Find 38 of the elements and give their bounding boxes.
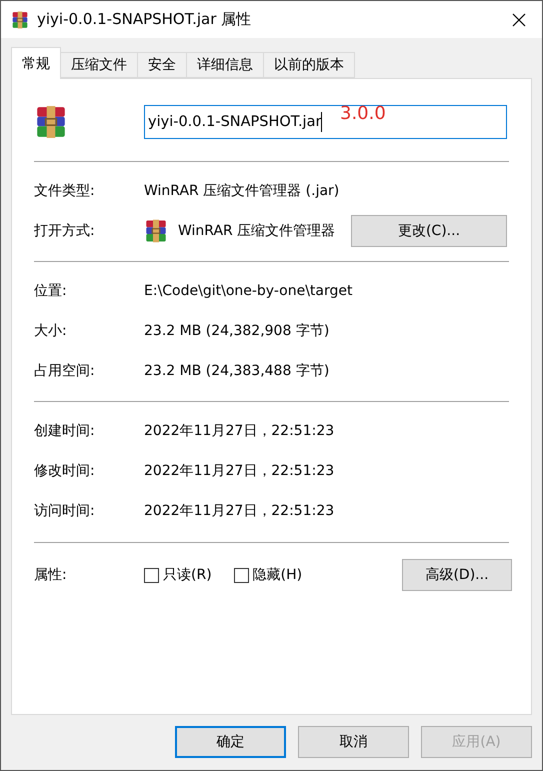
- annotation: 3.0.0: [340, 103, 386, 124]
- close-icon: [512, 12, 526, 26]
- file-name-value: yiyi-0.0.1-SNAPSHOT.jar: [148, 114, 322, 130]
- tab[interactable]: 压缩文件: [60, 52, 138, 78]
- archive-icon: [144, 219, 168, 243]
- property-value: WinRAR 压缩文件管理器 (.jar): [144, 182, 340, 200]
- property-label: 占用空间:: [34, 362, 96, 380]
- advanced-button[interactable]: 高级(D)...: [402, 559, 512, 591]
- tab[interactable]: 以前的版本: [263, 52, 355, 78]
- archive-icon: [34, 105, 68, 139]
- property-label: 访问时间:: [34, 502, 96, 520]
- window-title: yiyi-0.0.1-SNAPSHOT.jar 属性: [37, 10, 252, 29]
- tab[interactable]: 安全: [137, 52, 187, 78]
- property-value: 2022年11月27日，22:51:23: [144, 422, 334, 440]
- property-label: 位置:: [34, 282, 68, 300]
- checkbox-label: 隐藏(H): [252, 566, 302, 584]
- property-value: 23.2 MB (24,383,488 字节): [144, 362, 330, 380]
- checkbox-label: 只读(R): [163, 566, 212, 584]
- change-button[interactable]: 更改(C)...: [351, 215, 507, 247]
- property-label: 属性:: [34, 566, 68, 584]
- property-value: WinRAR 压缩文件管理器: [178, 222, 336, 240]
- property-label: 大小:: [34, 322, 68, 340]
- property-label: 打开方式:: [34, 222, 96, 240]
- property-value: 23.2 MB (24,382,908 字节): [144, 322, 330, 340]
- property-value: E:\Code\git\one-by-one\target: [144, 283, 352, 299]
- property-value: 2022年11月27日，22:51:23: [144, 502, 334, 520]
- archive-icon: [11, 10, 29, 28]
- property-label: 文件类型:: [34, 182, 96, 200]
- dialog-button[interactable]: 确定: [175, 726, 286, 758]
- property-label: 修改时间:: [34, 462, 96, 480]
- checkbox[interactable]: [144, 568, 159, 582]
- checkbox[interactable]: [234, 568, 249, 582]
- tab[interactable]: 详细信息: [186, 52, 264, 78]
- file-name-field[interactable]: yiyi-0.0.1-SNAPSHOT.jar 3.0.0: [144, 105, 507, 139]
- tab[interactable]: 常规: [11, 47, 61, 79]
- property-label: 创建时间:: [34, 422, 96, 440]
- dialog-button[interactable]: 取消: [298, 726, 409, 758]
- property-value: 2022年11月27日，22:51:23: [144, 462, 334, 480]
